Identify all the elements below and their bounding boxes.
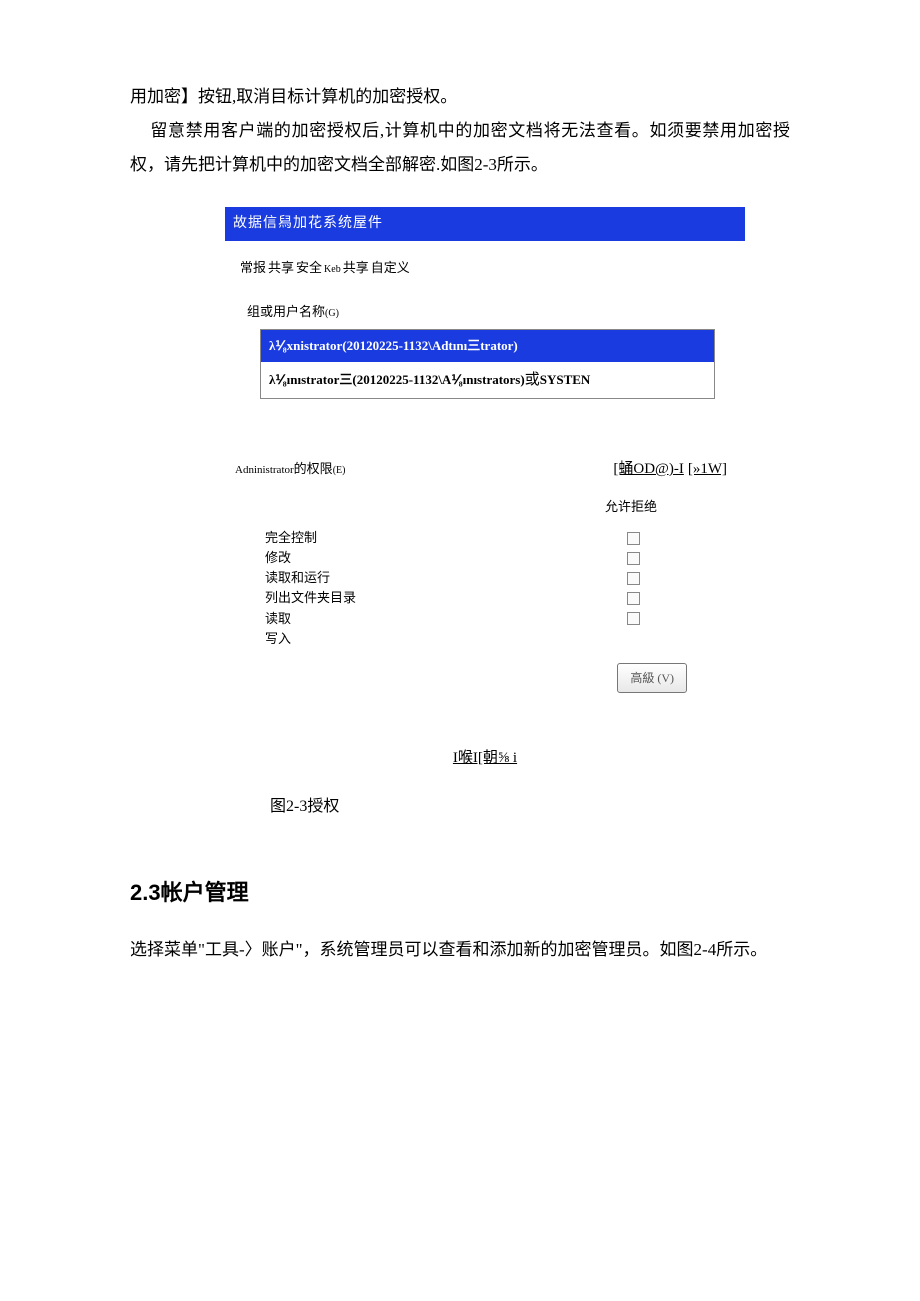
user-row-2-cjk: 或 — [525, 372, 540, 388]
tab-general[interactable]: 常报 — [240, 260, 266, 275]
figure-caption: 图2-3授权 — [270, 791, 790, 823]
perm-list: 列出文件夹目录 — [265, 588, 565, 608]
perm-read-exec: 读取和运行 — [265, 568, 565, 588]
permissions-table: 完全控制 修改 读取和运行 列出文件夹目录 读取 写入 — [265, 528, 745, 649]
user-row-2[interactable]: λ⅟₈ınıstrator三(20120225-1132\A⅟₈ınıstrat… — [261, 362, 714, 398]
section-title-2-3: 2.3帐户管理 — [130, 871, 790, 915]
tab-strip: 常报共享安全Keb共享自定义 — [240, 255, 745, 281]
checkbox[interactable] — [627, 572, 640, 585]
perm-full-control: 完全控制 — [265, 528, 565, 548]
perm-row: 列出文件夹目录 — [265, 588, 745, 608]
paragraph-3: 选择菜单"工具-〉账户"，系统管理员可以查看和添加新的加密管理员。如图2-4所示… — [130, 933, 790, 967]
user-row-2-text: λ⅟₈ınıstrator三(20120225-1132\A⅟₈ınıstrat… — [269, 372, 525, 387]
user-row-selected[interactable]: λ⅟₈xnistrator(20120225-1132\Adtını三trato… — [261, 330, 714, 362]
user-listbox[interactable]: λ⅟₈xnistrator(20120225-1132\Adtını三trato… — [260, 329, 715, 399]
dialog-bottom-buttons[interactable]: I喉I[朝⅝ i — [225, 743, 745, 773]
paragraph-2: 留意禁用客户端的加密授权后,计算机中的加密文档将无法查看。如须要禁用加密授权，请… — [130, 114, 790, 182]
perm-row: 修改 — [265, 548, 745, 568]
checkbox[interactable] — [627, 552, 640, 565]
perm-write: 写入 — [265, 629, 565, 649]
tab-sub: Keb — [324, 264, 341, 275]
checkbox[interactable] — [627, 592, 640, 605]
group-label-suffix: (G) — [325, 308, 339, 319]
dialog-titlebar: 故据信舄加花系统屋件 — [225, 207, 745, 241]
perm-label-en: Adninistrator — [235, 464, 294, 476]
user-row-2-en: SYSTEN — [540, 372, 591, 387]
perm-modify: 修改 — [265, 548, 565, 568]
add-button[interactable]: [蛹OD@)-I — [613, 454, 683, 484]
perm-row: 写入 — [265, 629, 745, 649]
checkbox[interactable] — [627, 532, 640, 545]
group-label-text: 组或用户名称 — [247, 304, 325, 319]
group-users-label: 组或用户名称(G) — [247, 299, 745, 325]
remove-button[interactable]: [»1W] — [688, 454, 727, 484]
tab-security[interactable]: 安全 — [296, 260, 322, 275]
perm-read: 读取 — [265, 609, 565, 629]
tab-share-2[interactable]: 共享 — [343, 260, 369, 275]
tab-share-1[interactable]: 共享 — [268, 260, 294, 275]
permissions-for-label: Adninistrator的权限(E) — [235, 456, 345, 482]
perm-row: 读取 — [265, 609, 745, 629]
perm-row: 完全控制 — [265, 528, 745, 548]
add-remove-buttons: [蛹OD@)-I [»1W] — [613, 454, 727, 484]
allow-deny-header: 允许拒绝 — [225, 494, 745, 520]
perm-row: 读取和运行 — [265, 568, 745, 588]
paragraph-1: 用加密】按钮,取消目标计算机的加密授权。 — [130, 80, 790, 114]
checkbox[interactable] — [627, 612, 640, 625]
tab-custom[interactable]: 自定义 — [371, 260, 410, 275]
advanced-button[interactable]: 高級 (V) — [617, 663, 687, 693]
perm-label-sub: (E) — [333, 465, 346, 476]
permissions-dialog: 故据信舄加花系统屋件 常报共享安全Keb共享自定义 组或用户名称(G) λ⅟₈x… — [225, 207, 745, 773]
perm-label-cn: 的权限 — [294, 461, 333, 476]
